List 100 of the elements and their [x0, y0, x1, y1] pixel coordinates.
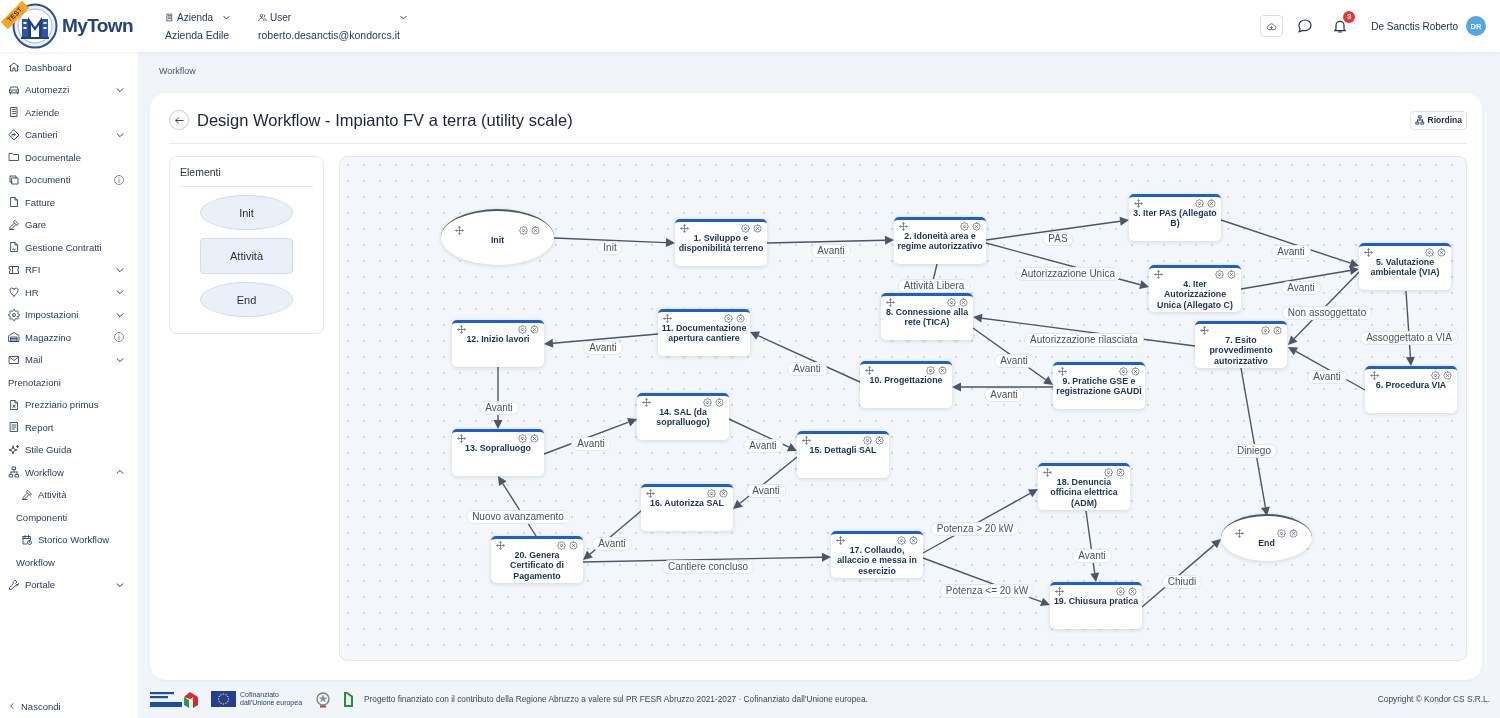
close-icon[interactable]: [1437, 247, 1446, 257]
user-selector[interactable]: User roberto.desanctis@kondorcs.it: [258, 11, 408, 41]
close-icon[interactable]: [938, 365, 947, 375]
close-icon[interactable]: [972, 221, 981, 231]
close-icon[interactable]: [909, 535, 918, 545]
chat-icon[interactable]: [1297, 18, 1314, 34]
end-node[interactable]: End: [1221, 514, 1312, 561]
close-icon[interactable]: [715, 397, 724, 407]
move-icon[interactable]: [1364, 247, 1373, 257]
settings-icon[interactable]: [947, 297, 956, 307]
sidebar-item[interactable]: Attività: [0, 483, 138, 506]
close-icon[interactable]: [1289, 528, 1298, 538]
workflow-node[interactable]: 5. Valutazione ambientale (VIA): [1359, 243, 1451, 290]
settings-icon[interactable]: [1261, 325, 1270, 335]
move-icon[interactable]: [457, 324, 466, 334]
settings-icon[interactable]: [960, 221, 969, 231]
settings-icon[interactable]: [519, 225, 528, 235]
sidebar-item[interactable]: Report: [0, 416, 138, 439]
close-icon[interactable]: [959, 297, 968, 307]
workflow-node[interactable]: 15. Dettagli SAL: [797, 431, 889, 478]
sidebar-item[interactable]: HR: [0, 281, 138, 304]
move-icon[interactable]: [1043, 467, 1052, 477]
sidebar-item[interactable]: Impostazioni: [0, 303, 138, 326]
back-button[interactable]: [169, 110, 189, 130]
workflow-node[interactable]: 1. Sviluppo e disponibilità terreno: [675, 219, 767, 266]
sidebar-item[interactable]: Portale: [0, 573, 138, 596]
settings-icon[interactable]: [1104, 467, 1113, 477]
palette-item[interactable]: Init: [200, 195, 293, 230]
settings-icon[interactable]: [1425, 247, 1434, 257]
workflow-node[interactable]: 11. Documentazione apertura cantiere: [658, 309, 750, 356]
settings-icon[interactable]: [703, 397, 712, 407]
sidebar-item[interactable]: Cantieri: [0, 123, 138, 146]
settings-icon[interactable]: [1195, 198, 1204, 208]
sidebar-item[interactable]: Componenti: [0, 506, 138, 529]
move-icon[interactable]: [1200, 325, 1209, 335]
sidebar-item[interactable]: Gare: [0, 213, 138, 236]
close-icon[interactable]: [736, 313, 745, 323]
sidebar-item[interactable]: Prezziario primus: [0, 393, 138, 416]
sidebar-item[interactable]: Workflow: [0, 551, 138, 574]
close-icon[interactable]: [1207, 198, 1216, 208]
close-icon[interactable]: [1443, 370, 1452, 380]
workflow-node[interactable]: 20. Genera Certificato di Pagamento: [491, 536, 583, 583]
collapse-sidebar-button[interactable]: Nascondi: [0, 696, 138, 716]
workflow-node[interactable]: 8. Connessione alla rete (TICA): [881, 293, 973, 340]
settings-icon[interactable]: [1431, 370, 1440, 380]
sidebar-item[interactable]: Storico Workflow: [0, 528, 138, 551]
close-icon[interactable]: [1128, 586, 1137, 596]
settings-icon[interactable]: [1215, 269, 1224, 279]
workflow-node[interactable]: 13. Sopralluogo: [452, 429, 544, 476]
workflow-node[interactable]: 9. Pratiche GSE e registrazione GAUDÌ: [1053, 362, 1145, 409]
settings-icon[interactable]: [1116, 586, 1125, 596]
move-icon[interactable]: [1370, 370, 1379, 380]
sidebar-item[interactable]: Aziende: [0, 101, 138, 124]
sidebar-item[interactable]: Gestione Contratti: [0, 236, 138, 259]
settings-icon[interactable]: [724, 313, 733, 323]
user-menu-button[interactable]: De Sanctis Roberto: [1371, 20, 1458, 32]
workflow-node[interactable]: 12. Inizio lavori: [452, 320, 544, 367]
move-icon[interactable]: [836, 535, 845, 545]
move-icon[interactable]: [1235, 528, 1244, 538]
close-icon[interactable]: [753, 223, 762, 233]
close-icon[interactable]: [530, 433, 539, 443]
move-icon[interactable]: [457, 433, 466, 443]
close-icon[interactable]: [530, 324, 539, 334]
move-icon[interactable]: [663, 313, 672, 323]
workflow-node[interactable]: 6. Procedura VIA: [1365, 366, 1457, 413]
sidebar-item[interactable]: Prenotazioni: [0, 371, 138, 394]
close-icon[interactable]: [1131, 366, 1140, 376]
move-icon[interactable]: [1058, 366, 1067, 376]
sidebar-item[interactable]: Automezzi: [0, 78, 138, 101]
sidebar-item[interactable]: RFI: [0, 258, 138, 281]
move-icon[interactable]: [865, 365, 874, 375]
sidebar-item[interactable]: Magazzino: [0, 326, 138, 349]
close-icon[interactable]: [719, 488, 728, 498]
close-icon[interactable]: [875, 435, 884, 445]
sidebar-item[interactable]: Fatture: [0, 191, 138, 214]
move-icon[interactable]: [496, 540, 505, 550]
start-node[interactable]: Init: [441, 209, 554, 265]
workflow-node[interactable]: 10. Progettazione: [860, 361, 952, 408]
move-icon[interactable]: [642, 397, 651, 407]
sidebar-item[interactable]: Workflow: [0, 461, 138, 484]
move-icon[interactable]: [646, 488, 655, 498]
sidebar-item[interactable]: Stile Guida: [0, 438, 138, 461]
cloud-button[interactable]: [1260, 15, 1284, 37]
close-icon[interactable]: [1116, 467, 1125, 477]
workflow-node[interactable]: 7. Esito provvedimento autorizzativo: [1195, 321, 1287, 368]
workflow-node[interactable]: 14. SAL (da sopralluogo): [637, 393, 729, 440]
workflow-node[interactable]: 2. Idoneità area e regime autorizzativo: [894, 217, 986, 264]
settings-icon[interactable]: [863, 435, 872, 445]
settings-icon[interactable]: [1119, 366, 1128, 376]
close-icon[interactable]: [569, 540, 578, 550]
reorder-button[interactable]: Riordina: [1409, 110, 1467, 130]
sidebar-item[interactable]: Mail: [0, 348, 138, 371]
move-icon[interactable]: [899, 221, 908, 231]
settings-icon[interactable]: [1277, 528, 1286, 538]
move-icon[interactable]: [1154, 269, 1163, 279]
close-icon[interactable]: [531, 225, 540, 235]
settings-icon[interactable]: [707, 488, 716, 498]
settings-icon[interactable]: [518, 324, 527, 334]
move-icon[interactable]: [1134, 198, 1143, 208]
move-icon[interactable]: [1055, 586, 1064, 596]
